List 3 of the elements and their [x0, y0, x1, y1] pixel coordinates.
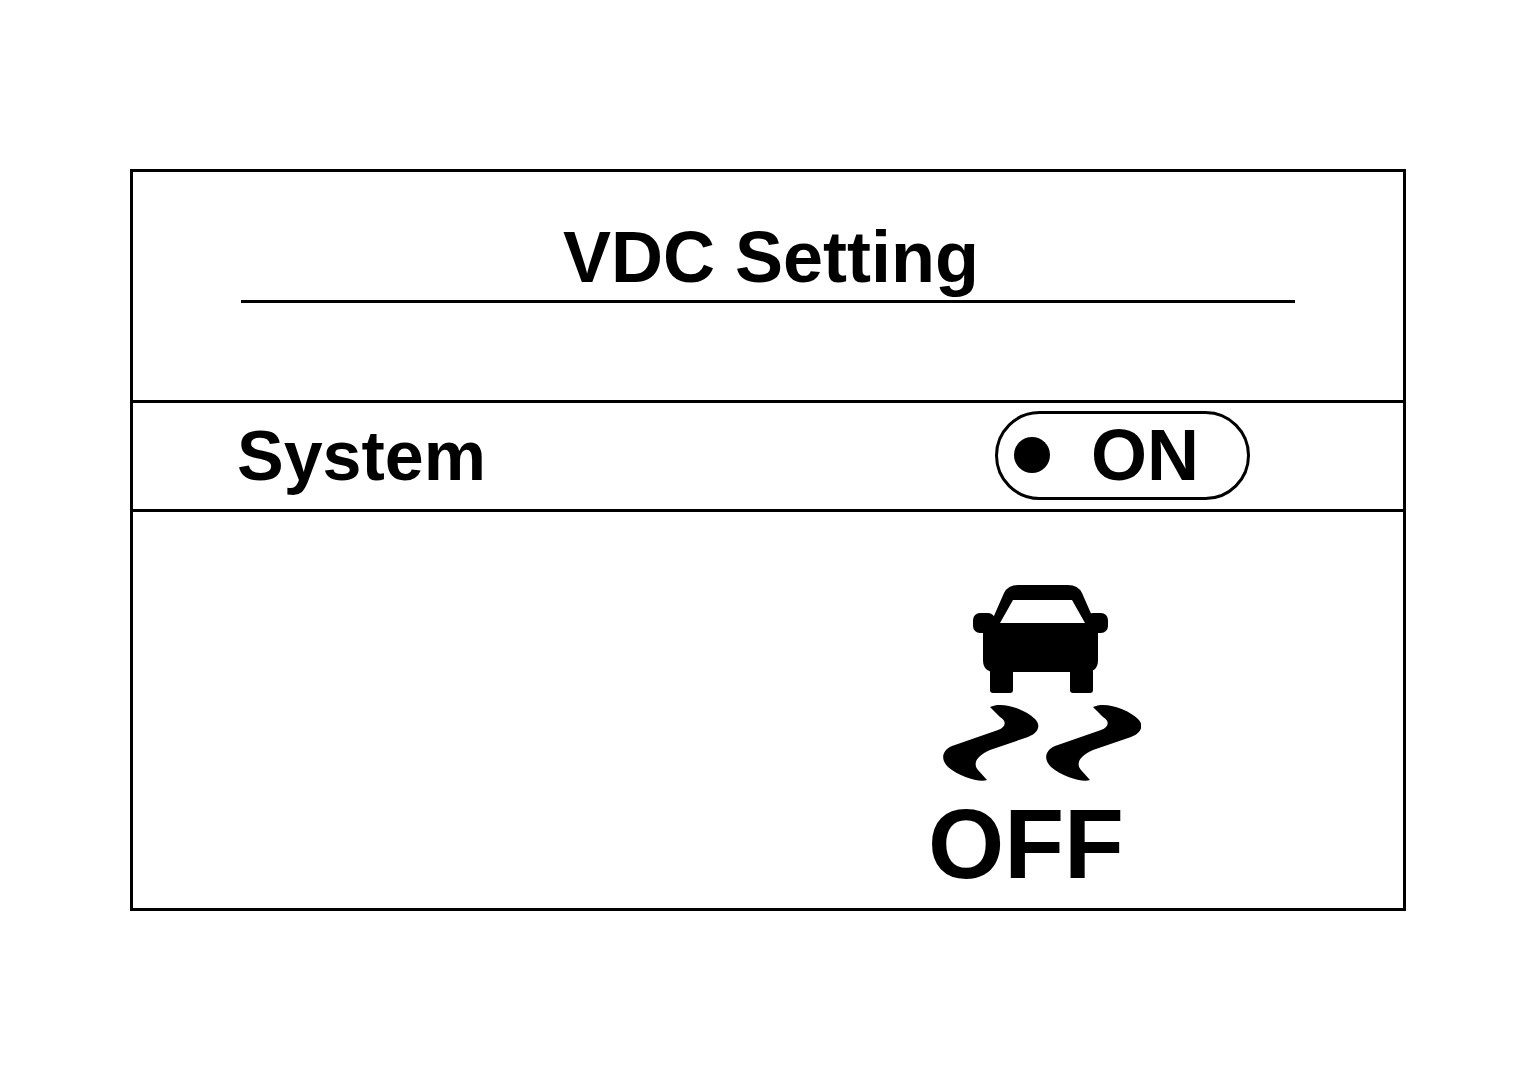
option-toggle[interactable]: ON [995, 410, 1250, 500]
car-skid-icon [940, 585, 1141, 783]
indicator-label: OFF [928, 795, 1124, 893]
